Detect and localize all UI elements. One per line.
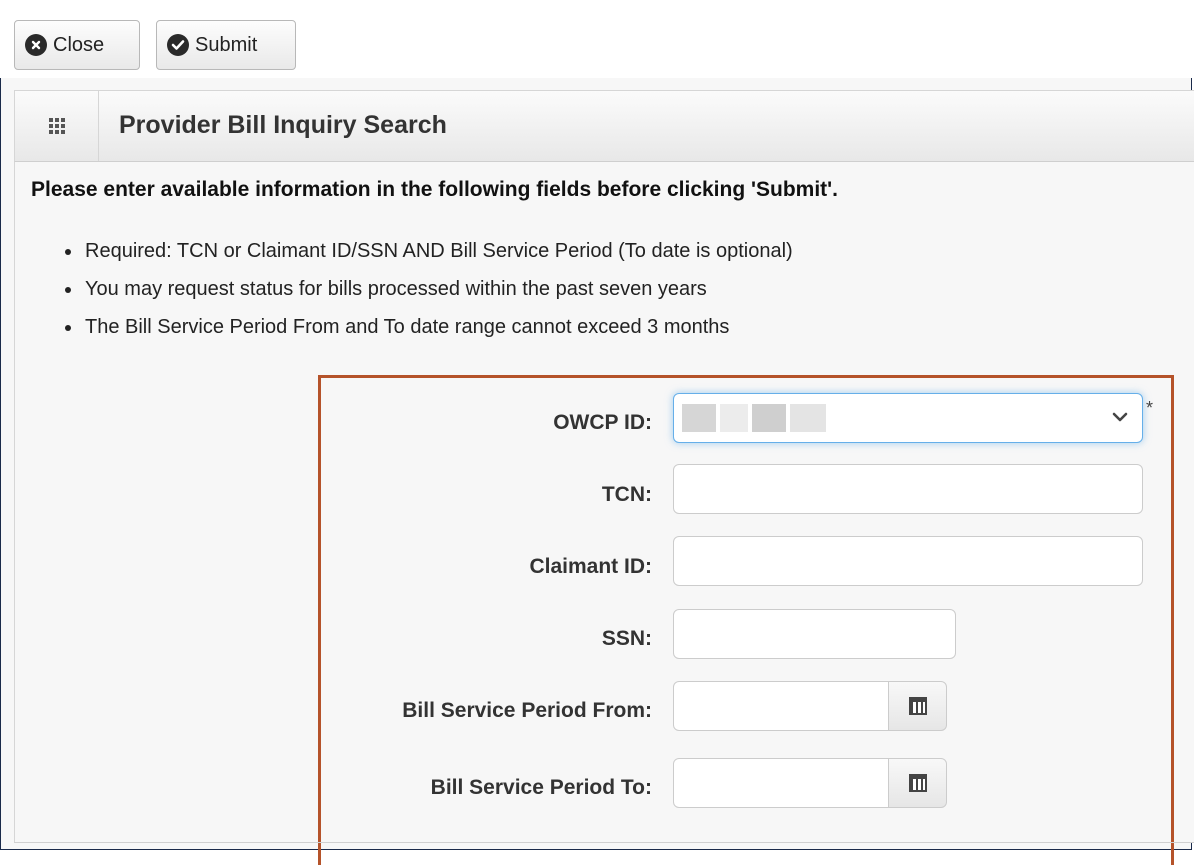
period-to-label: Bill Service Period To:: [430, 776, 652, 799]
panel-header: Provider Bill Inquiry Search: [14, 90, 1194, 162]
period-from-label: Bill Service Period From:: [402, 699, 652, 722]
list-item: Required: TCN or Claimant ID/SSN AND Bil…: [83, 232, 793, 270]
redacted-value: [752, 404, 786, 432]
period-to-input[interactable]: [673, 758, 889, 808]
owcp-id-select[interactable]: [673, 393, 1143, 443]
instructions-intro: Please enter available information in th…: [31, 178, 838, 201]
instructions-list: Required: TCN or Claimant ID/SSN AND Bil…: [59, 232, 793, 346]
close-circle-icon: [25, 34, 47, 56]
tcn-label: TCN:: [601, 483, 652, 506]
tcn-input[interactable]: [673, 464, 1143, 514]
period-from-calendar-button[interactable]: [889, 681, 947, 731]
submit-button-label: Submit: [195, 33, 258, 56]
panel-title: Provider Bill Inquiry Search: [119, 111, 447, 139]
calendar-icon: [908, 774, 927, 792]
list-item: You may request status for bills process…: [83, 270, 793, 308]
toolbar: Close Submit: [0, 0, 1194, 78]
period-to-calendar-button[interactable]: [889, 758, 947, 808]
redacted-value: [790, 404, 826, 432]
claimant-id-label: Claimant ID:: [529, 555, 652, 578]
period-from-input[interactable]: [673, 681, 889, 731]
redacted-value: [682, 404, 716, 432]
redacted-value: [720, 404, 748, 432]
divider: [14, 842, 1194, 843]
close-button[interactable]: Close: [14, 20, 140, 70]
grid-icon: [48, 118, 65, 134]
claimant-id-input[interactable]: [673, 536, 1143, 586]
chevron-down-icon: [1112, 412, 1128, 422]
ssn-label: SSN:: [601, 627, 652, 650]
owcp-id-label: OWCP ID:: [553, 411, 652, 434]
submit-button[interactable]: Submit: [156, 20, 296, 70]
required-marker: *: [1146, 398, 1154, 418]
panel-menu-button[interactable]: [15, 91, 99, 161]
calendar-icon: [908, 697, 927, 715]
ssn-input[interactable]: [673, 609, 956, 659]
close-button-label: Close: [53, 33, 105, 56]
check-circle-icon: [167, 34, 189, 56]
list-item: The Bill Service Period From and To date…: [83, 308, 793, 346]
